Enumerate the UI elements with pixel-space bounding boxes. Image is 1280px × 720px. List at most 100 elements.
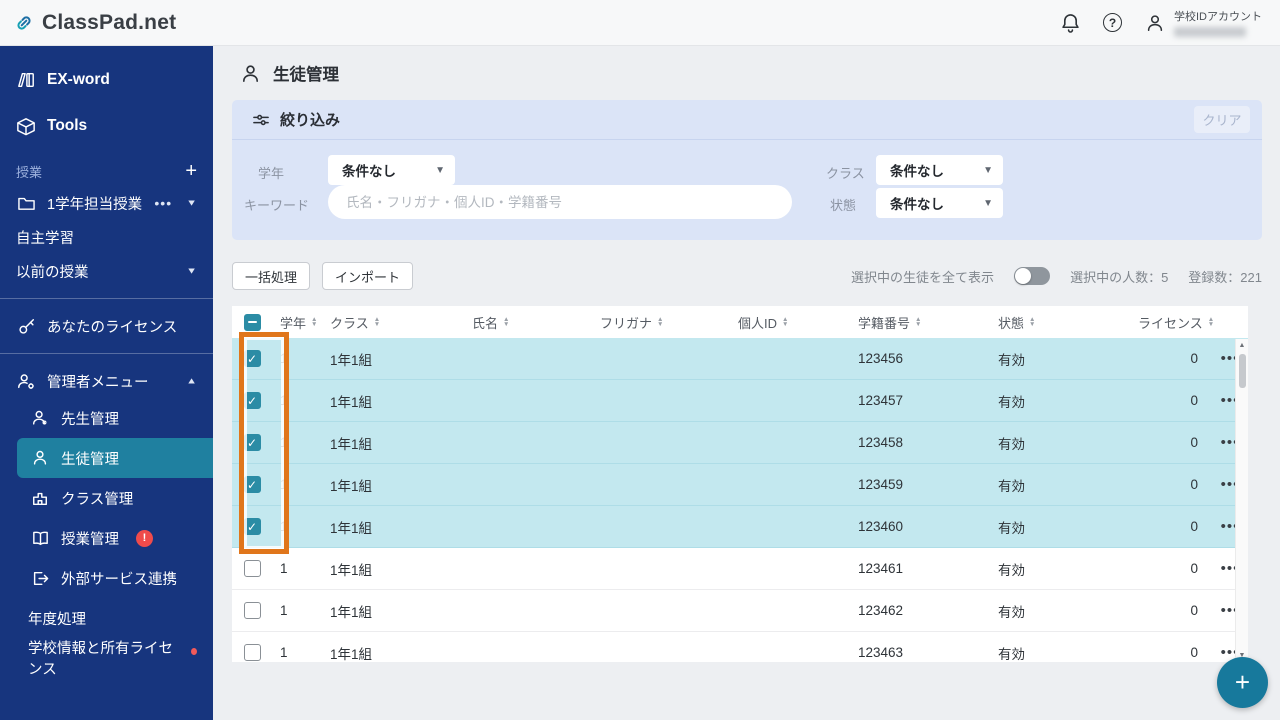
sidebar-item-your-license[interactable]: あなたのライセンス bbox=[0, 309, 213, 343]
sidebar-label-lesson-mgmt: 授業管理 bbox=[61, 531, 119, 548]
column-header-grade[interactable]: 学年 ▲ ▼ bbox=[280, 313, 322, 332]
cell-status: 有効 bbox=[998, 520, 1025, 536]
help-icon[interactable]: ? bbox=[1103, 13, 1122, 32]
cell-class: 1年1組 bbox=[330, 478, 373, 494]
status-filter-value: 条件なし bbox=[890, 197, 944, 212]
keyword-filter-label: キーワード bbox=[244, 198, 310, 213]
cell-status: 有効 bbox=[998, 478, 1025, 494]
column-header-furigana[interactable]: フリガナ ▲ ▼ bbox=[600, 313, 730, 332]
sidebar-item-school-info[interactable]: 学校情報と所有ライセンス bbox=[0, 638, 213, 678]
classpad-chain-icon bbox=[14, 13, 34, 33]
row-checkbox[interactable] bbox=[243, 434, 261, 451]
sort-icon: ▲ ▼ bbox=[311, 316, 318, 328]
sort-icon: ▲ ▼ bbox=[1029, 316, 1036, 328]
chevron-down-icon[interactable]: ▼ bbox=[186, 266, 197, 276]
cell-grade: 1 bbox=[280, 393, 288, 408]
class-filter-dropdown[interactable]: 条件なし ▼ bbox=[876, 155, 1003, 185]
table-row: 1 1年1組 123462 有効 0 ••• bbox=[232, 590, 1248, 632]
bulk-action-button[interactable]: 一括処理 bbox=[232, 262, 311, 290]
cell-license: 0 bbox=[1190, 435, 1198, 450]
chevron-up-icon[interactable]: ▲ bbox=[186, 376, 197, 386]
cell-student-no: 123460 bbox=[858, 519, 904, 534]
sidebar-item-self-study[interactable]: 自主学習 bbox=[0, 220, 213, 254]
sidebar-label-student-mgmt: 生徒管理 bbox=[61, 451, 119, 468]
sidebar-item-student-mgmt[interactable]: 生徒管理 bbox=[17, 438, 213, 478]
notification-dot bbox=[190, 648, 197, 655]
show-selected-toggle[interactable] bbox=[1014, 267, 1051, 285]
clear-filter-button[interactable]: クリア bbox=[1194, 106, 1250, 133]
sidebar-item-grade1-lessons[interactable]: 1学年担当授業 ••• ▼ bbox=[0, 186, 213, 220]
row-checkbox[interactable] bbox=[243, 392, 261, 409]
cell-grade: 1 bbox=[280, 351, 288, 366]
table-row: 1 1年1組 123457 有効 0 ••• bbox=[232, 380, 1248, 422]
row-checkbox[interactable] bbox=[243, 476, 261, 493]
cell-license: 0 bbox=[1190, 561, 1198, 576]
more-options-icon[interactable]: ••• bbox=[154, 195, 172, 211]
account-name-redacted bbox=[1174, 27, 1246, 37]
cell-status: 有効 bbox=[998, 604, 1025, 620]
student-icon bbox=[30, 448, 50, 468]
select-all-checkbox[interactable] bbox=[243, 313, 261, 331]
table-scrollbar[interactable]: ▲ ▼ bbox=[1235, 339, 1248, 662]
add-student-fab[interactable]: + bbox=[1217, 657, 1268, 708]
row-checkbox[interactable] bbox=[243, 602, 261, 619]
column-header-license[interactable]: ライセンス ▲ ▼ bbox=[1138, 313, 1214, 332]
sidebar-item-lesson-mgmt[interactable]: 授業管理 ! bbox=[0, 518, 213, 558]
cell-status: 有効 bbox=[998, 394, 1025, 410]
registered-count: 登録数：221 bbox=[1188, 269, 1262, 285]
notification-bell-icon[interactable] bbox=[1059, 12, 1081, 34]
classpad-logo[interactable]: ClassPad.net bbox=[14, 11, 176, 35]
import-button[interactable]: インポート bbox=[322, 262, 414, 290]
cell-status: 有効 bbox=[998, 646, 1025, 662]
account-menu[interactable]: 学校IDアカウント bbox=[1144, 8, 1262, 37]
sidebar-item-tools[interactable]: Tools bbox=[0, 106, 213, 146]
row-checkbox[interactable] bbox=[243, 518, 261, 535]
keyword-search-input[interactable] bbox=[328, 185, 792, 219]
caret-down-icon: ▼ bbox=[435, 164, 445, 176]
column-header-status[interactable]: 状態 ▲ ▼ bbox=[998, 313, 1138, 332]
sidebar-item-external-service[interactable]: 外部サービス連携 bbox=[0, 558, 213, 598]
scrollbar-thumb[interactable] bbox=[1238, 354, 1246, 388]
grade-filter-dropdown[interactable]: 条件なし ▼ bbox=[328, 155, 455, 185]
sidebar-item-class-mgmt[interactable]: クラス管理 bbox=[0, 478, 213, 518]
column-header-student-no[interactable]: 学籍番号 ▲ ▼ bbox=[858, 313, 990, 332]
sidebar-section-lessons: 授業 + bbox=[0, 156, 213, 186]
chevron-down-icon[interactable]: ▼ bbox=[186, 198, 197, 208]
sidebar-item-admin-menu[interactable]: 管理者メニュー ▲ bbox=[0, 364, 213, 398]
sidebar-label-class-mgmt: クラス管理 bbox=[61, 491, 134, 508]
sidebar-label-self-study: 自主学習 bbox=[16, 230, 74, 247]
cell-class: 1年1組 bbox=[330, 436, 373, 452]
caret-down-icon: ▼ bbox=[983, 197, 993, 209]
sort-icon: ▲ ▼ bbox=[657, 316, 664, 328]
teacher-icon bbox=[30, 408, 50, 428]
grade-filter-label: 学年 bbox=[258, 166, 285, 181]
sort-icon: ▲ ▼ bbox=[373, 316, 381, 328]
account-type-label: 学校IDアカウント bbox=[1174, 11, 1262, 23]
sidebar-item-ex-word[interactable]: EX-word bbox=[0, 60, 213, 100]
page-header: 生徒管理 bbox=[213, 46, 1280, 100]
row-checkbox[interactable] bbox=[243, 560, 261, 577]
cell-class: 1年1組 bbox=[330, 646, 373, 662]
class-filter-value: 条件なし bbox=[890, 164, 944, 179]
status-filter-dropdown[interactable]: 条件なし ▼ bbox=[876, 188, 1003, 218]
sidebar-item-teacher-mgmt[interactable]: 先生管理 bbox=[0, 398, 213, 438]
column-header-name[interactable]: 氏名 ▲ ▼ bbox=[472, 313, 592, 332]
filter-title: 絞り込み bbox=[280, 112, 341, 129]
cell-grade: 1 bbox=[280, 561, 288, 576]
scroll-up-arrow-icon[interactable]: ▲ bbox=[1236, 339, 1248, 352]
cell-license: 0 bbox=[1190, 477, 1198, 492]
toolbox-icon bbox=[16, 116, 36, 136]
caret-down-icon: ▼ bbox=[983, 164, 993, 176]
selected-count: 選択中の人数：5 bbox=[1070, 269, 1169, 285]
row-checkbox[interactable] bbox=[243, 350, 261, 367]
cell-license: 0 bbox=[1190, 351, 1198, 366]
column-header-class[interactable]: クラス ▲ ▼ bbox=[330, 313, 464, 332]
sidebar-item-previous-lessons[interactable]: 以前の授業 ▼ bbox=[0, 254, 213, 288]
row-checkbox[interactable] bbox=[243, 644, 261, 661]
add-lesson-button[interactable]: + bbox=[185, 161, 197, 181]
cell-license: 0 bbox=[1190, 603, 1198, 618]
column-header-personal-id[interactable]: 個人ID ▲ ▼ bbox=[738, 313, 850, 332]
cell-student-no: 123457 bbox=[858, 393, 904, 408]
sidebar-item-year-process[interactable]: 年度処理 bbox=[0, 598, 213, 638]
table-toolbar: 一括処理 インポート 選択中の生徒を全て表示 選択中の人数：5 登録数：221 bbox=[232, 262, 1262, 290]
